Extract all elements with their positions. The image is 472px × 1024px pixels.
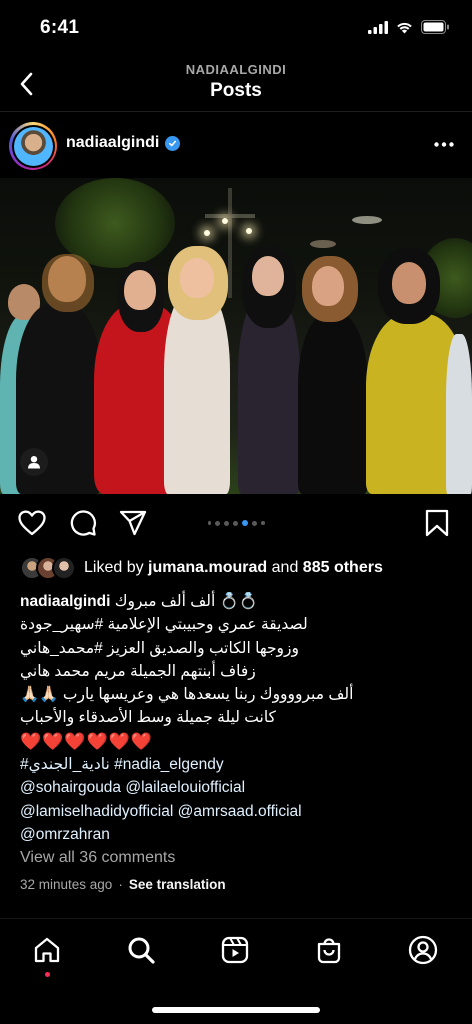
page-title: Posts bbox=[210, 80, 262, 101]
caption-hashtags[interactable]: #نادية_الجندي #nadia_elgendy bbox=[20, 753, 460, 776]
photo-person bbox=[160, 246, 234, 494]
likes-prefix: Liked by bbox=[84, 559, 144, 576]
post-caption: nadiaalgindi 💍💍 ألف ألف مبروك لصديقة عمر… bbox=[20, 590, 460, 846]
tab-shop[interactable] bbox=[312, 933, 346, 967]
caption-line: nadiaalgindi 💍💍 ألف ألف مبروك bbox=[20, 590, 460, 613]
see-translation-link[interactable]: See translation bbox=[129, 877, 226, 892]
username-text: nadiaalgindi bbox=[66, 134, 160, 151]
post-timestamp: 32 minutes ago bbox=[20, 877, 113, 892]
status-time: 6:41 bbox=[40, 17, 80, 38]
home-notification-dot bbox=[45, 972, 50, 977]
more-horizontal-icon bbox=[434, 141, 454, 147]
meta-separator: · bbox=[118, 877, 123, 892]
likes-connector: and bbox=[271, 559, 299, 576]
photo-light-bar bbox=[205, 214, 255, 218]
status-bar: 6:41 bbox=[0, 0, 472, 58]
status-icons bbox=[368, 20, 450, 34]
profile-icon bbox=[408, 935, 438, 965]
caption-text: 💍💍 ألف ألف مبروك bbox=[114, 593, 259, 610]
carousel-dot bbox=[233, 520, 238, 526]
caption-mentions[interactable]: @lamiselhadidyofficial @amrsaad.official bbox=[20, 800, 460, 823]
avatar-image bbox=[13, 126, 53, 166]
reels-icon bbox=[221, 936, 249, 964]
avatar[interactable] bbox=[9, 122, 57, 170]
photo-light bbox=[204, 230, 210, 236]
caption-mentions[interactable]: @sohairgouda @lailaelouiofficial bbox=[20, 776, 460, 799]
caption-username[interactable]: nadiaalgindi bbox=[20, 593, 110, 610]
tab-profile[interactable] bbox=[406, 933, 440, 967]
tab-reels[interactable] bbox=[218, 933, 252, 967]
more-options-button[interactable] bbox=[432, 132, 456, 156]
wifi-icon bbox=[397, 22, 412, 33]
header-username: NADIAALGINDI bbox=[185, 62, 287, 77]
post-username[interactable]: nadiaalgindi bbox=[66, 134, 181, 152]
carousel-dot bbox=[224, 520, 229, 526]
carousel-dot bbox=[215, 520, 220, 526]
carousel-dot bbox=[207, 521, 211, 525]
photo-person bbox=[446, 314, 472, 494]
tab-search[interactable] bbox=[124, 933, 158, 967]
battery-icon bbox=[421, 20, 449, 34]
verified-badge-icon bbox=[165, 135, 181, 151]
search-icon bbox=[128, 937, 155, 964]
home-icon bbox=[34, 937, 60, 963]
tab-home[interactable] bbox=[30, 933, 64, 967]
carousel-dot bbox=[252, 520, 257, 526]
liker-avatars bbox=[20, 556, 78, 580]
post-header: nadiaalgindi bbox=[0, 112, 472, 178]
liker-username[interactable]: jumana.mourad bbox=[148, 559, 267, 576]
shop-icon bbox=[317, 938, 341, 964]
caption-hearts: ❤️❤️❤️❤️❤️❤️ bbox=[20, 731, 154, 751]
caption-line: لصديقة عمري وحبيبتي الإعلامية #سهير_جودة bbox=[20, 616, 308, 634]
carousel-indicator bbox=[0, 520, 472, 526]
caption-line: وزوجها الكاتب والصديق العزيز #محمد_هاني bbox=[20, 639, 300, 657]
caption-mentions[interactable]: @omrzahran bbox=[20, 823, 460, 846]
liker-avatar bbox=[52, 556, 76, 580]
save-button[interactable] bbox=[422, 508, 452, 538]
caption-line: ألف مبرووووك ربنا يسعدها هي وعريسها يارب… bbox=[20, 686, 354, 704]
carousel-dot-active bbox=[242, 520, 248, 526]
home-indicator bbox=[152, 1007, 320, 1013]
likes-others[interactable]: 885 others bbox=[303, 559, 383, 576]
tagged-users-button[interactable] bbox=[20, 448, 48, 476]
post-meta: 32 minutes ago · See translation bbox=[20, 877, 226, 892]
likes-summary: Liked by jumana.mourad and 885 others bbox=[84, 559, 383, 577]
post-action-bar bbox=[0, 494, 472, 552]
caption-line: زفاف أبنتهم الجميلة مريم محمد هاني bbox=[20, 662, 256, 680]
bottom-tab-bar bbox=[0, 918, 472, 984]
bookmark-icon bbox=[425, 509, 449, 537]
user-icon bbox=[28, 456, 40, 469]
carousel-dot bbox=[261, 521, 265, 525]
view-comments-link[interactable]: View all 36 comments bbox=[20, 849, 175, 867]
likes-row[interactable]: Liked by jumana.mourad and 885 others bbox=[20, 556, 383, 580]
photo-umbrella bbox=[310, 240, 336, 248]
post-photo[interactable] bbox=[0, 178, 472, 494]
photo-light bbox=[222, 218, 228, 224]
photo-umbrella bbox=[352, 216, 382, 224]
photo-light bbox=[246, 228, 252, 234]
signal-icon bbox=[368, 20, 388, 34]
nav-header: NADIAALGINDI Posts bbox=[0, 58, 472, 112]
caption-line: كانت ليلة جميلة وسط الأصدقاء والأحباب bbox=[20, 709, 276, 727]
